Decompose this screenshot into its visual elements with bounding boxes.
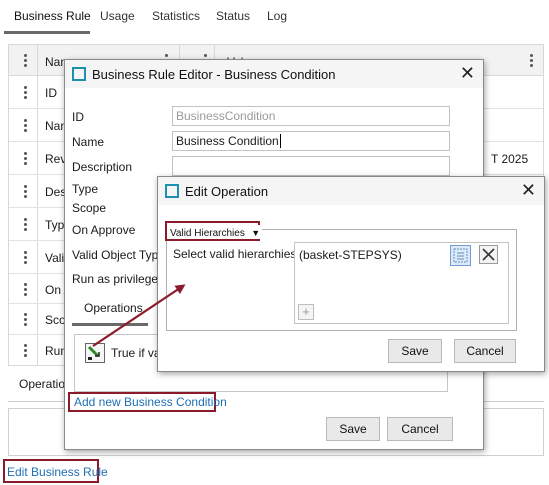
annotation-arrow: [92, 284, 186, 347]
